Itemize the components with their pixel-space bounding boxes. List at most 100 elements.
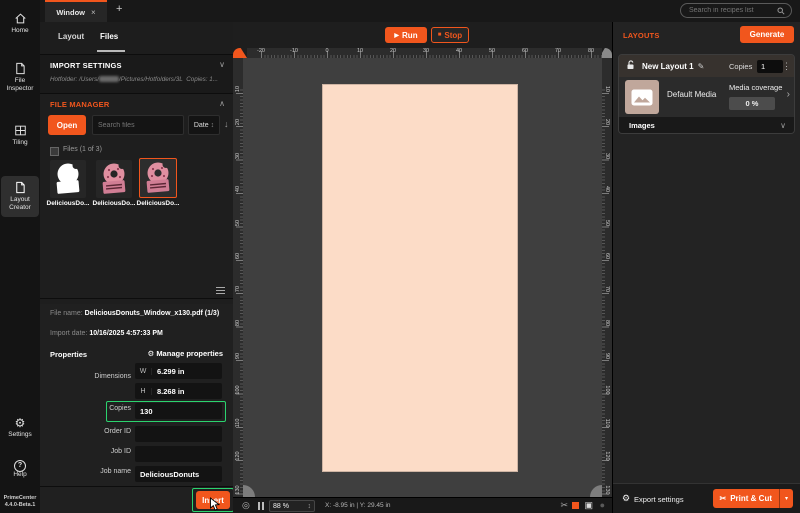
order-id-input[interactable]: [135, 428, 222, 440]
chevron-down-icon[interactable]: ∨: [780, 121, 786, 130]
pan-icon[interactable]: [258, 502, 260, 510]
properties-label: Properties: [50, 350, 88, 359]
divider: [40, 298, 233, 299]
new-tab-button[interactable]: +: [116, 3, 122, 15]
dots-menu-icon[interactable]: ⋮: [782, 61, 791, 72]
sidebar-item-file-inspector[interactable]: File Inspector: [1, 62, 39, 92]
zoom-stepper-icon[interactable]: ↕: [308, 503, 312, 510]
layout-creator-icon: [1, 181, 39, 195]
sidebar-item-tiling[interactable]: Tiling: [1, 124, 39, 147]
scroll-corner: [590, 485, 602, 497]
file-thumbnail-label: DeliciousDo...: [46, 200, 90, 207]
sort-updown-icon: ↕: [210, 121, 215, 129]
file-inspector-icon: [1, 62, 39, 76]
copies-input[interactable]: [135, 405, 222, 417]
import-settings-section: IMPORT SETTINGS ∨ Hotfolder: /Users//Pic…: [40, 55, 233, 94]
donut-artwork-icon: [102, 162, 126, 194]
media-coverage-value: 0 %: [729, 97, 775, 110]
left-panel: Layout Files IMPORT SETTINGS ∨ Hotfolder…: [40, 22, 234, 513]
generate-button[interactable]: Generate: [740, 26, 794, 43]
insert-button[interactable]: Insert: [196, 491, 230, 509]
run-button[interactable]: ▶ Run: [385, 27, 427, 43]
layouts-panel: LAYOUTS Generate New Layout 1 ✎ Copies ⋮: [612, 22, 800, 513]
height-field[interactable]: H 8.268 in: [135, 383, 222, 399]
print-cut-dropdown[interactable]: ▾: [779, 489, 793, 508]
tiling-icon: [1, 124, 39, 138]
ruler-origin-marker: [233, 48, 247, 58]
home-icon: [1, 12, 39, 26]
select-all-checkbox[interactable]: [50, 147, 59, 156]
print-cut-button[interactable]: ✂ Print & Cut ▾: [712, 489, 793, 508]
edit-pencil-icon[interactable]: ✎: [698, 62, 705, 71]
sidebar-item-label: Settings: [8, 431, 32, 438]
layout-canvas[interactable]: [243, 58, 602, 497]
manage-properties-button[interactable]: ⚙ Manage properties: [147, 349, 223, 358]
import-settings-title: IMPORT SETTINGS: [50, 61, 122, 70]
gear-icon: ⚙: [14, 416, 26, 430]
ruler-v-left: 10 20 30 40 50 60 70 80 90 100 110 120 130: [233, 58, 243, 497]
export-settings-gear-icon: ⚙: [622, 493, 631, 503]
copies-field[interactable]: [135, 403, 222, 419]
sidebar-item-help[interactable]: ? Help: [1, 456, 39, 479]
sidebar-item-settings[interactable]: ⚙ Settings: [1, 416, 39, 439]
unlock-icon[interactable]: [626, 57, 635, 75]
register-mark-icon[interactable]: ▣: [584, 500, 593, 511]
layout-copies-label: Copies: [729, 61, 753, 71]
chevron-right-icon[interactable]: ›: [787, 89, 790, 100]
zoom-level-stepper[interactable]: 88 % ↕: [269, 500, 315, 512]
divider: [40, 486, 233, 487]
canvas-area: ▶ Run ■ Stop -20 -10 0 10 20 30 40 50 60 70 80 10 2…: [233, 22, 612, 513]
layout-card-header[interactable]: New Layout 1 ✎ Copies ⋮: [619, 55, 794, 77]
ruler-v-right: 10 20 30 40 50 60 70 80 90 100 110 120 130: [602, 58, 612, 497]
job-name-input[interactable]: [135, 468, 222, 480]
scissors-icon[interactable]: ✂: [560, 500, 568, 511]
list-view-icon[interactable]: [216, 285, 225, 296]
donut-artwork-icon: [146, 161, 170, 193]
order-id-field[interactable]: [135, 426, 222, 442]
left-panel-tabs: Layout Files: [40, 22, 233, 55]
images-section-header[interactable]: Images ∨: [619, 117, 794, 133]
file-thumbnail[interactable]: DeliciousDo...: [46, 160, 90, 207]
sidebar-item-home[interactable]: Home: [1, 12, 39, 35]
width-field[interactable]: W 6.299 in: [135, 363, 222, 379]
recipes-search-input[interactable]: [687, 6, 777, 15]
sidebar-item-label: Tiling: [12, 139, 28, 146]
media-color-swatch[interactable]: [572, 502, 579, 509]
close-tab-icon[interactable]: ×: [91, 8, 96, 17]
file-thumbnail[interactable]: DeliciousDo...: [92, 160, 136, 207]
recipes-search[interactable]: [680, 3, 792, 18]
layouts-title: LAYOUTS: [623, 31, 660, 40]
sidebar-item-label: Home: [11, 27, 29, 34]
tab-files[interactable]: Files: [100, 32, 118, 41]
search-icon: [777, 2, 785, 20]
stop-button[interactable]: ■ Stop: [431, 27, 469, 43]
sort-by-select[interactable]: Date ↕: [188, 115, 220, 135]
layout-copies-input[interactable]: [757, 59, 783, 73]
export-settings-button[interactable]: Export settings: [634, 495, 684, 504]
zoom-level-value: 88 %: [273, 502, 289, 510]
chevron-up-icon[interactable]: ∧: [219, 99, 225, 108]
open-button[interactable]: Open: [48, 115, 86, 135]
tab-layout[interactable]: Layout: [58, 32, 84, 41]
chevron-down-icon[interactable]: ∨: [219, 60, 225, 69]
file-name-row: File name: DeliciousDonuts_Window_x130.p…: [50, 310, 220, 317]
sort-direction-icon[interactable]: ↓: [224, 119, 229, 129]
fit-view-icon[interactable]: ◎: [242, 500, 250, 511]
sidebar-item-label: File Inspector: [6, 77, 34, 92]
layout-media-row[interactable]: Default Media Media coverage › 0 %: [619, 77, 794, 117]
active-tab-underline: [97, 50, 125, 52]
app-window: Home File Inspector Tiling Layout Creato…: [0, 0, 800, 513]
job-id-field[interactable]: [135, 446, 222, 462]
job-id-label: Job ID: [110, 448, 131, 455]
job-id-input[interactable]: [135, 448, 222, 460]
hotfolder-path: Hotfolder: /Users//Pictures/Hotfolders/3…: [50, 76, 219, 83]
media-sheet[interactable]: [322, 84, 518, 472]
job-name-field[interactable]: [135, 466, 222, 482]
file-thumbnail-label: DeliciousDo...: [92, 200, 136, 207]
window-tab[interactable]: Window ×: [45, 0, 107, 22]
file-thumbnail-selected[interactable]: DeliciousDo...: [136, 158, 180, 207]
layouts-footer: ⚙ Export settings ✂ Print & Cut ▾: [613, 483, 800, 513]
file-search-input[interactable]: [92, 115, 184, 135]
file-manager-section: FILE MANAGER ∧ Open Date↕ ↓ Files (1 of …: [40, 94, 233, 304]
sidebar-item-layout-creator[interactable]: Layout Creator: [1, 176, 39, 217]
